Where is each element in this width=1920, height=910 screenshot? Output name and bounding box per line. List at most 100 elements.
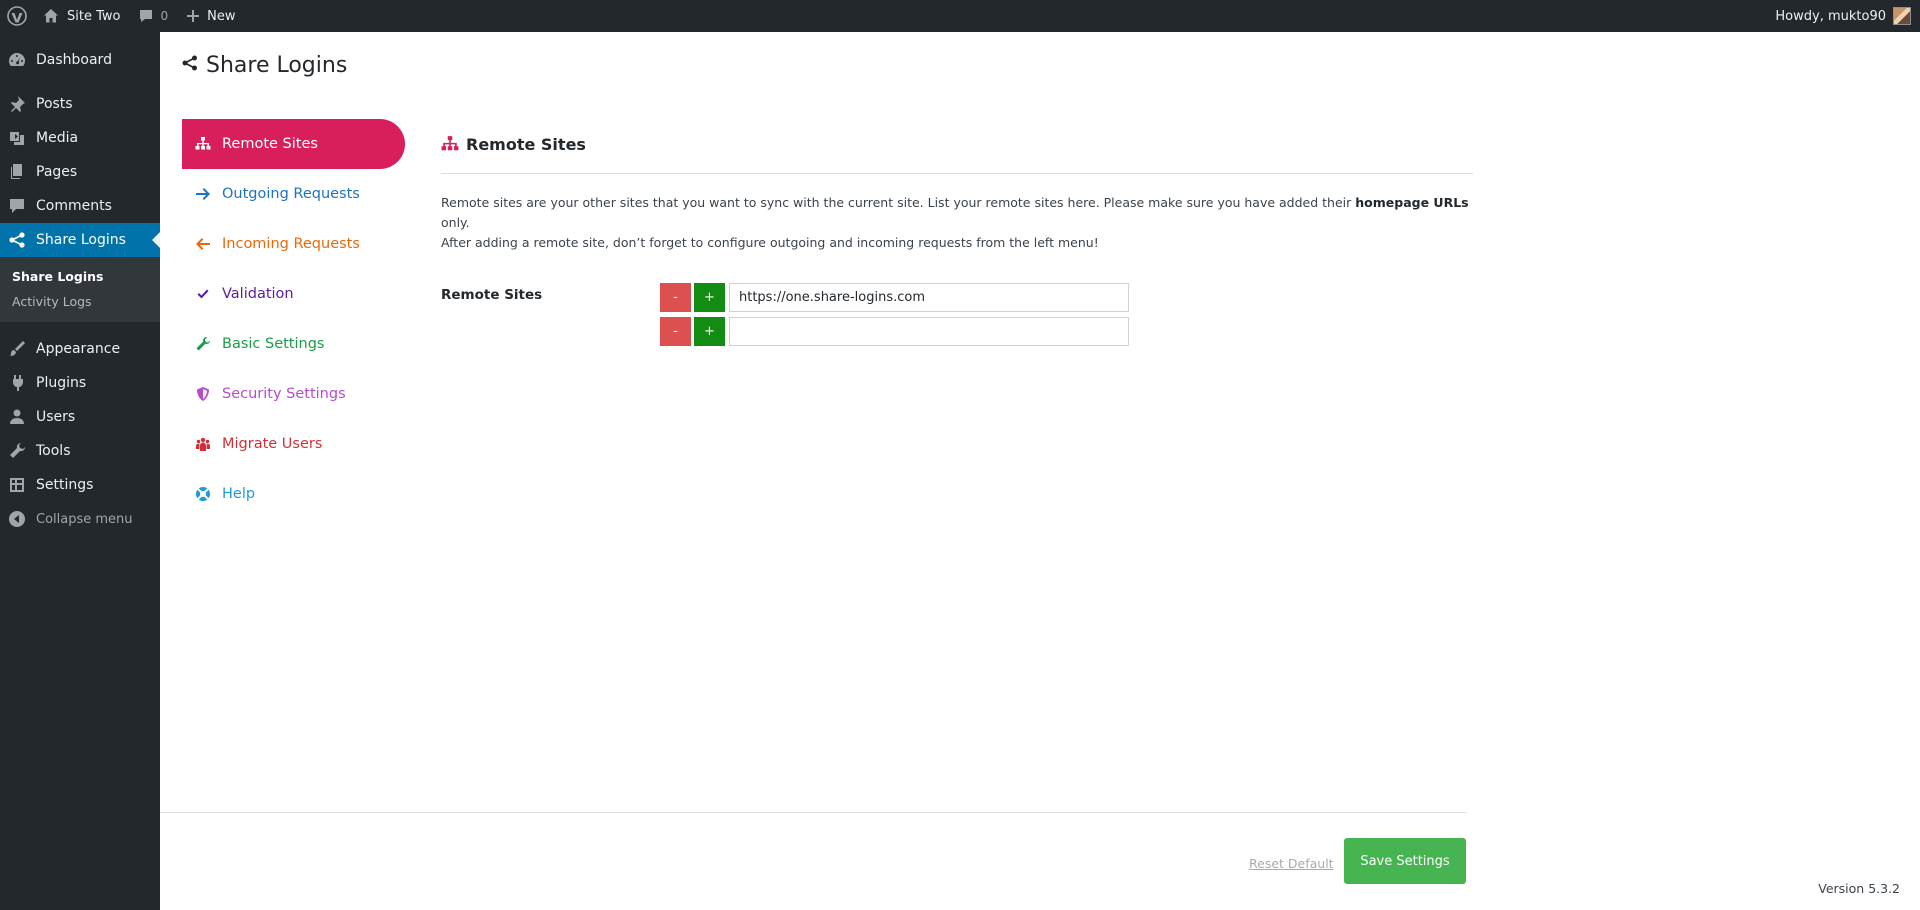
remote-sites-rows: - + - + (660, 282, 1129, 350)
version-text: Version 5.3.2 (1818, 881, 1900, 896)
remove-row-button[interactable]: - (660, 317, 691, 346)
remove-row-button[interactable]: - (660, 283, 691, 312)
menu-item-pages[interactable]: Pages (0, 155, 160, 189)
desc-text-line2: After adding a remote site, don’t forget… (441, 235, 1099, 250)
submenu-activity-logs[interactable]: Activity Logs (0, 289, 160, 314)
collapse-label: Collapse menu (36, 511, 133, 527)
menu-item-tools[interactable]: Tools (0, 434, 160, 468)
menu-item-dashboard[interactable]: Dashboard (0, 43, 160, 77)
section-divider (441, 173, 1473, 174)
page-title: Share Logins (182, 53, 347, 78)
nav-label: Help (222, 486, 256, 502)
footer-divider (160, 812, 1466, 813)
section-description: Remote sites are your other sites that y… (441, 193, 1473, 253)
wrench-icon (196, 337, 210, 351)
check-icon (197, 289, 209, 299)
nav-incoming-requests[interactable]: Incoming Requests (182, 219, 405, 269)
remote-site-url-input[interactable] (729, 317, 1129, 346)
new-content-link[interactable]: New (177, 0, 244, 32)
admin-bar: Site Two 0 New Howdy, mukto90 (0, 0, 1920, 32)
dashboard-icon (9, 53, 25, 66)
sitemap-icon (195, 137, 211, 150)
nav-label: Remote Sites (222, 136, 318, 152)
arrow-left-icon (196, 238, 210, 250)
field-label: Remote Sites (441, 287, 543, 303)
comment-bubble-icon (140, 10, 153, 22)
admin-menu: Dashboard Posts Media Pages Comments Sha… (0, 32, 160, 910)
collapse-menu-button[interactable]: Collapse menu (0, 502, 160, 536)
share-icon (182, 55, 197, 70)
nav-basic-settings[interactable]: Basic Settings (182, 319, 405, 369)
menu-item-share-logins[interactable]: Share Logins (0, 223, 160, 257)
wordpress-logo-icon[interactable] (0, 0, 34, 32)
menu-label-pages: Pages (36, 164, 78, 180)
nav-help[interactable]: Help (182, 469, 405, 519)
nav-label: Validation (222, 286, 294, 302)
nav-label: Incoming Requests (222, 236, 360, 252)
plugin-icon (13, 375, 23, 391)
menu-item-posts[interactable]: Posts (0, 87, 160, 121)
sitemap-icon (441, 136, 459, 151)
nav-security-settings[interactable]: Security Settings (182, 369, 405, 419)
page-title-text: Share Logins (206, 53, 348, 78)
new-label: New (207, 8, 236, 24)
menu-item-media[interactable]: Media (0, 121, 160, 155)
nav-validation[interactable]: Validation (182, 269, 405, 319)
my-account-link[interactable]: Howdy, mukto90 (1766, 0, 1920, 32)
howdy-text: Howdy, mukto90 (1775, 8, 1886, 24)
remote-site-url-input[interactable] (729, 283, 1129, 312)
nav-remote-sites[interactable]: Remote Sites (182, 119, 405, 169)
menu-item-users[interactable]: Users (0, 400, 160, 434)
site-name-link[interactable]: Site Two (34, 0, 129, 32)
add-row-button[interactable]: + (694, 283, 725, 312)
nav-label: Outgoing Requests (222, 186, 360, 202)
paintbrush-icon (10, 341, 25, 356)
reset-default-link[interactable]: Reset Default (1249, 856, 1334, 871)
share-logins-submenu: Share Logins Activity Logs (0, 257, 160, 322)
site-name: Site Two (67, 8, 121, 24)
nav-migrate-users[interactable]: Migrate Users (182, 419, 405, 469)
users-icon (196, 437, 210, 451)
main-content: Share Logins Remote Sites Outgoing Reque… (160, 32, 1920, 910)
nav-label: Basic Settings (222, 336, 325, 352)
nav-outgoing-requests[interactable]: Outgoing Requests (182, 169, 405, 219)
nav-label: Security Settings (222, 386, 346, 402)
save-settings-button[interactable]: Save Settings (1344, 838, 1466, 884)
desc-bold: homepage URLs (1355, 195, 1469, 210)
comments-link[interactable]: 0 (129, 0, 177, 32)
menu-label-settings: Settings (36, 477, 94, 493)
desc-text-2: only. (441, 215, 470, 230)
share-icon (9, 232, 25, 248)
lifebuoy-icon (196, 487, 210, 501)
menu-label-tools: Tools (36, 443, 71, 459)
collapse-icon (9, 511, 25, 527)
submenu-share-logins[interactable]: Share Logins (0, 264, 160, 289)
menu-item-plugins[interactable]: Plugins (0, 366, 160, 400)
plugin-nav: Remote Sites Outgoing Requests Incoming … (182, 119, 405, 519)
settings-panel: Remote Sites Remote sites are your other… (441, 119, 1473, 346)
menu-item-comments[interactable]: Comments (0, 189, 160, 223)
home-icon (44, 9, 58, 23)
remote-site-row: - + (660, 282, 1129, 313)
menu-label-media: Media (36, 130, 79, 146)
media-icon (10, 132, 24, 145)
comments-count: 0 (160, 9, 169, 23)
desc-text-1: Remote sites are your other sites that y… (441, 195, 1356, 210)
menu-item-appearance[interactable]: Appearance (0, 332, 160, 366)
section-title-text: Remote Sites (466, 134, 586, 154)
arrow-right-icon (196, 188, 210, 200)
section-title: Remote Sites (441, 119, 1473, 169)
menu-label-plugins: Plugins (36, 375, 87, 391)
avatar (1893, 7, 1911, 25)
add-row-button[interactable]: + (694, 317, 725, 346)
nav-label: Migrate Users (222, 436, 323, 452)
menu-label-dashboard: Dashboard (36, 52, 112, 68)
menu-label-share-logins: Share Logins (36, 232, 126, 248)
pushpin-icon (11, 96, 25, 112)
menu-item-settings[interactable]: Settings (0, 468, 160, 502)
user-icon (10, 409, 24, 424)
remote-site-row: - + (660, 316, 1129, 347)
settings-icon (10, 478, 24, 492)
pages-icon (11, 164, 22, 179)
plus-icon (187, 10, 200, 22)
